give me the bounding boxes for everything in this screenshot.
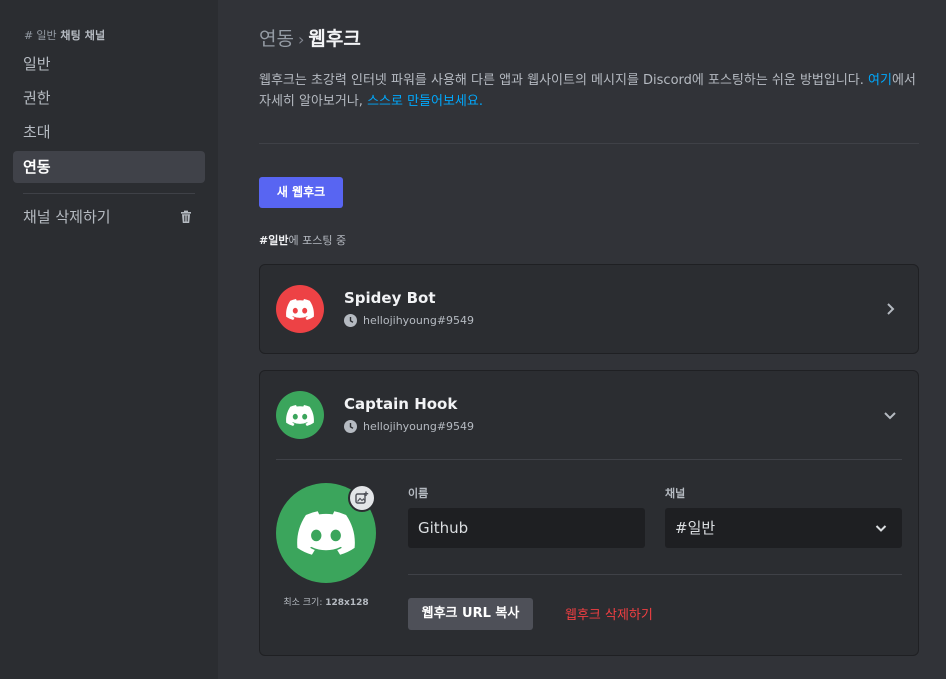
breadcrumb-separator-icon: › xyxy=(297,30,305,49)
card-divider xyxy=(408,574,902,575)
description-text: 웹후크는 초강력 인터넷 파워를 사용해 다른 앱과 웹사이트의 메시지를 Di… xyxy=(259,73,869,88)
discord-logo-icon xyxy=(297,511,355,555)
webhook-name: Captain Hook xyxy=(344,395,458,413)
posting-suffix: 에 포스팅 중 xyxy=(288,234,347,247)
sidebar-item-overview[interactable]: 일반 xyxy=(13,48,205,80)
new-webhook-button[interactable]: 새 웹후크 xyxy=(259,177,343,208)
sidebar-header-channel: 일반 xyxy=(36,29,57,42)
webhook-card[interactable]: Spidey Bot hellojihyoung#9549 xyxy=(259,264,919,354)
webhook-header[interactable]: Spidey Bot hellojihyoung#9549 xyxy=(260,265,918,353)
sidebar-header: # 일반 채팅 채널 xyxy=(24,27,105,43)
discord-logo-icon xyxy=(286,298,314,320)
delete-channel-button[interactable]: 채널 삭제하기 xyxy=(13,201,205,233)
min-size-value: 128x128 xyxy=(325,598,369,608)
sidebar-item-integrations[interactable]: 연동 xyxy=(13,151,205,183)
sidebar: # 일반 채팅 채널 일반 권한 초대 연동 채널 삭제하기 xyxy=(0,0,218,679)
copy-webhook-url-button[interactable]: 웹후크 URL 복사 xyxy=(408,598,533,630)
delete-webhook-button[interactable]: 웹후크 삭제하기 xyxy=(565,604,653,623)
min-size-hint: 최소 크기: 128x128 xyxy=(260,595,392,608)
sidebar-item-label: 권한 xyxy=(23,89,51,107)
webhook-creator: hellojihyoung#9549 xyxy=(344,420,474,433)
upload-image-button[interactable] xyxy=(348,484,376,512)
sidebar-header-suffix: 채팅 채널 xyxy=(60,29,106,42)
webhook-creator: hellojihyoung#9549 xyxy=(344,314,474,327)
min-size-label: 최소 크기: xyxy=(283,598,326,608)
channel-select-value: #일반 xyxy=(675,519,716,537)
channel-label: 채널 xyxy=(665,487,686,500)
avatar xyxy=(276,391,324,439)
posting-to-label: #일반에 포스팅 중 xyxy=(259,232,346,248)
image-add-icon xyxy=(355,491,369,504)
webhook-card-expanded: Captain Hook hellojihyoung#9549 최소 크기: 1… xyxy=(259,370,919,656)
posting-channel: #일반 xyxy=(259,234,289,247)
webhook-creator-name: hellojihyoung#9549 xyxy=(363,314,475,327)
hash-icon: # xyxy=(24,29,34,42)
sidebar-item-label: 일반 xyxy=(23,55,51,73)
sidebar-item-permissions[interactable]: 권한 xyxy=(13,82,205,114)
card-divider xyxy=(276,459,902,460)
webhook-creator-name: hellojihyoung#9549 xyxy=(363,420,475,433)
sidebar-item-invites[interactable]: 초대 xyxy=(13,116,205,148)
section-divider xyxy=(259,143,919,144)
page-title: 웹후크 xyxy=(308,28,361,50)
avatar xyxy=(276,285,324,333)
discord-logo-icon xyxy=(286,404,314,426)
sidebar-item-label: 초대 xyxy=(23,123,51,141)
clock-icon xyxy=(344,314,357,327)
webhook-header[interactable]: Captain Hook hellojihyoung#9549 xyxy=(260,371,918,459)
chevron-down-icon xyxy=(875,525,887,532)
webhook-name-input[interactable]: Github xyxy=(408,508,645,548)
chevron-right-icon[interactable] xyxy=(882,301,898,317)
build-your-own-link[interactable]: 스스로 만들어보세요. xyxy=(367,94,483,109)
trash-icon xyxy=(181,210,191,223)
webhook-name: Spidey Bot xyxy=(344,289,436,307)
sidebar-divider xyxy=(23,193,195,194)
sidebar-item-label: 연동 xyxy=(23,158,51,176)
breadcrumb-parent[interactable]: 연동 xyxy=(259,28,294,50)
chevron-down-icon[interactable] xyxy=(882,407,898,423)
delete-channel-label: 채널 삭제하기 xyxy=(23,208,111,226)
channel-select[interactable]: #일반 xyxy=(665,508,902,548)
learn-more-link[interactable]: 여기 xyxy=(868,73,892,88)
breadcrumb: 연동 › 웹후크 xyxy=(259,27,361,51)
clock-icon xyxy=(344,420,357,433)
name-label: 이름 xyxy=(408,487,429,500)
description: 웹후크는 초강력 인터넷 파워를 사용해 다른 앱과 웹사이트의 메시지를 Di… xyxy=(259,70,919,112)
